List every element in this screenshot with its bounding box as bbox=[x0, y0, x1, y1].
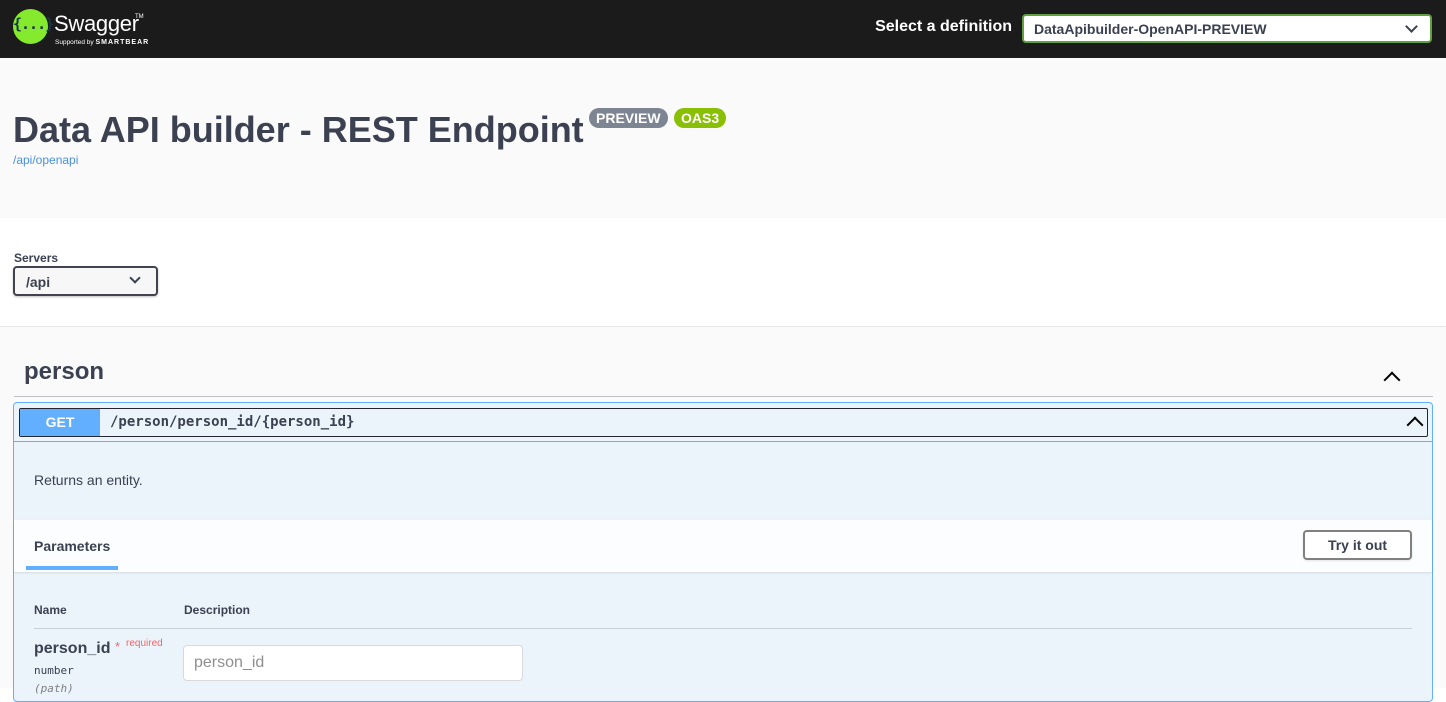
required-label: required bbox=[126, 638, 163, 649]
operation-path: /person/person_id/{person_id} bbox=[110, 414, 355, 430]
tag-header-person[interactable]: person bbox=[14, 345, 1433, 397]
tab-active-indicator bbox=[26, 566, 118, 570]
definition-label: Select a definition bbox=[875, 18, 1012, 35]
operations-section: person GET /person/person_id/{person_id}… bbox=[0, 327, 1446, 702]
parameter-type: number bbox=[34, 664, 74, 677]
column-header-description: Description bbox=[184, 603, 251, 617]
definition-select[interactable]: DataApibuilder-OpenAPI-PREVIEW bbox=[1022, 14, 1432, 43]
person-id-input[interactable] bbox=[183, 645, 523, 681]
chevron-down-icon bbox=[129, 272, 141, 284]
try-it-out-button[interactable]: Try it out bbox=[1303, 530, 1412, 560]
definition-select-value: DataApibuilder-OpenAPI-PREVIEW bbox=[1034, 21, 1267, 37]
chevron-up-icon bbox=[1383, 371, 1401, 389]
operation-description: Returns an entity. bbox=[34, 472, 143, 488]
parameter-location: (path) bbox=[34, 682, 74, 695]
servers-label: Servers bbox=[14, 251, 59, 265]
chevron-up-icon bbox=[1406, 416, 1424, 434]
topbar: {...} Swagger TM Supported by SMARTBEAR … bbox=[0, 0, 1446, 58]
tab-parameters[interactable]: Parameters bbox=[34, 538, 110, 554]
page-title: Data API builder - REST Endpoint bbox=[13, 109, 584, 150]
oas3-badge: OAS3 bbox=[674, 108, 727, 128]
chevron-down-icon bbox=[1405, 20, 1418, 33]
operation-block-get: GET /person/person_id/{person_id} Return… bbox=[13, 402, 1433, 702]
required-star: * bbox=[115, 639, 121, 654]
collapse-tag-button[interactable] bbox=[1381, 365, 1403, 389]
method-badge: GET bbox=[20, 409, 100, 436]
logo-subtitle: Supported by SMARTBEAR bbox=[55, 39, 150, 46]
preview-badge: PREVIEW bbox=[589, 108, 668, 128]
servers-select-value: /api bbox=[26, 274, 51, 290]
column-header-name: Name bbox=[34, 603, 67, 617]
collapse-operation-button[interactable] bbox=[1405, 411, 1427, 434]
tag-title: person bbox=[24, 358, 105, 385]
servers-select[interactable]: /api bbox=[13, 266, 158, 296]
info-section: Data API builder - REST Endpoint PREVIEW… bbox=[0, 58, 1446, 218]
servers-section: Servers /api bbox=[0, 218, 1446, 326]
divider bbox=[34, 628, 1412, 629]
parameter-name: person_id bbox=[34, 640, 111, 657]
operation-summary[interactable]: GET /person/person_id/{person_id} bbox=[19, 408, 1428, 437]
openapi-link[interactable]: /api/openapi bbox=[13, 153, 78, 167]
parameters-header: Parameters Try it out bbox=[14, 520, 1432, 572]
operation-description-area: Returns an entity. bbox=[14, 441, 1432, 519]
